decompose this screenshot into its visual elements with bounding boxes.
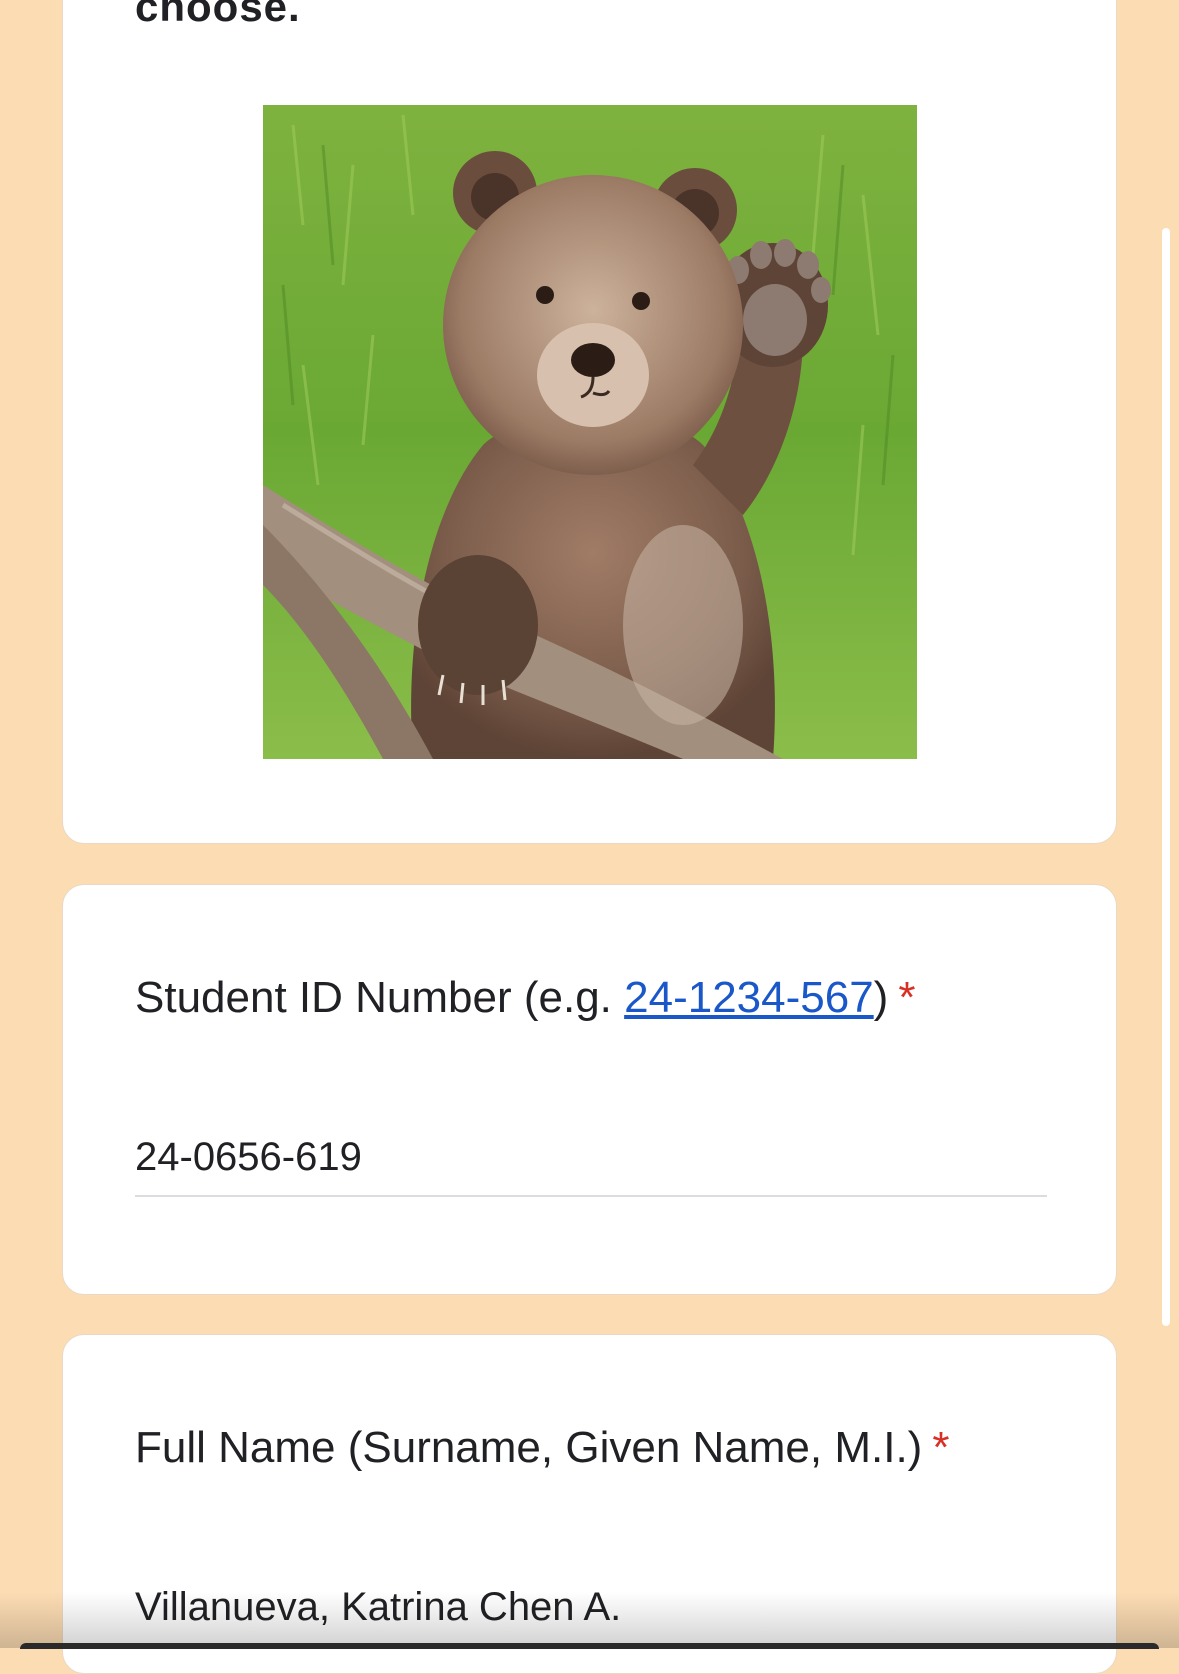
student-id-question-title: Student ID Number (e.g. 24-1234-567) *: [135, 973, 915, 1023]
vertical-scrollbar[interactable]: [1162, 228, 1170, 1326]
image-question-card: choose.: [62, 0, 1117, 844]
required-asterisk: *: [932, 1423, 950, 1472]
full-name-label: Full Name (Surname, Given Name, M.I.): [135, 1423, 923, 1472]
bear-cub-image: [263, 105, 917, 759]
student-id-label-suffix: ): [873, 973, 889, 1022]
student-id-label-prefix: Student ID Number (e.g.: [135, 973, 625, 1022]
question-title-cut: choose.: [135, 0, 301, 30]
full-name-question-card: Full Name (Surname, Given Name, M.I.) * V…: [62, 1334, 1117, 1674]
bottom-sheet-edge: [20, 1643, 1159, 1649]
student-id-input[interactable]: 24-0656-619: [135, 1135, 1047, 1180]
required-asterisk: *: [898, 973, 916, 1022]
student-id-question-card: Student ID Number (e.g. 24-1234-567) * 24…: [62, 884, 1117, 1295]
student-id-example-link[interactable]: 24-1234-567: [624, 973, 874, 1022]
student-id-input-underline: [135, 1195, 1047, 1197]
full-name-input[interactable]: Villanueva, Katrina Chen A.: [135, 1585, 1047, 1630]
full-name-question-title: Full Name (Surname, Given Name, M.I.) *: [135, 1423, 949, 1473]
